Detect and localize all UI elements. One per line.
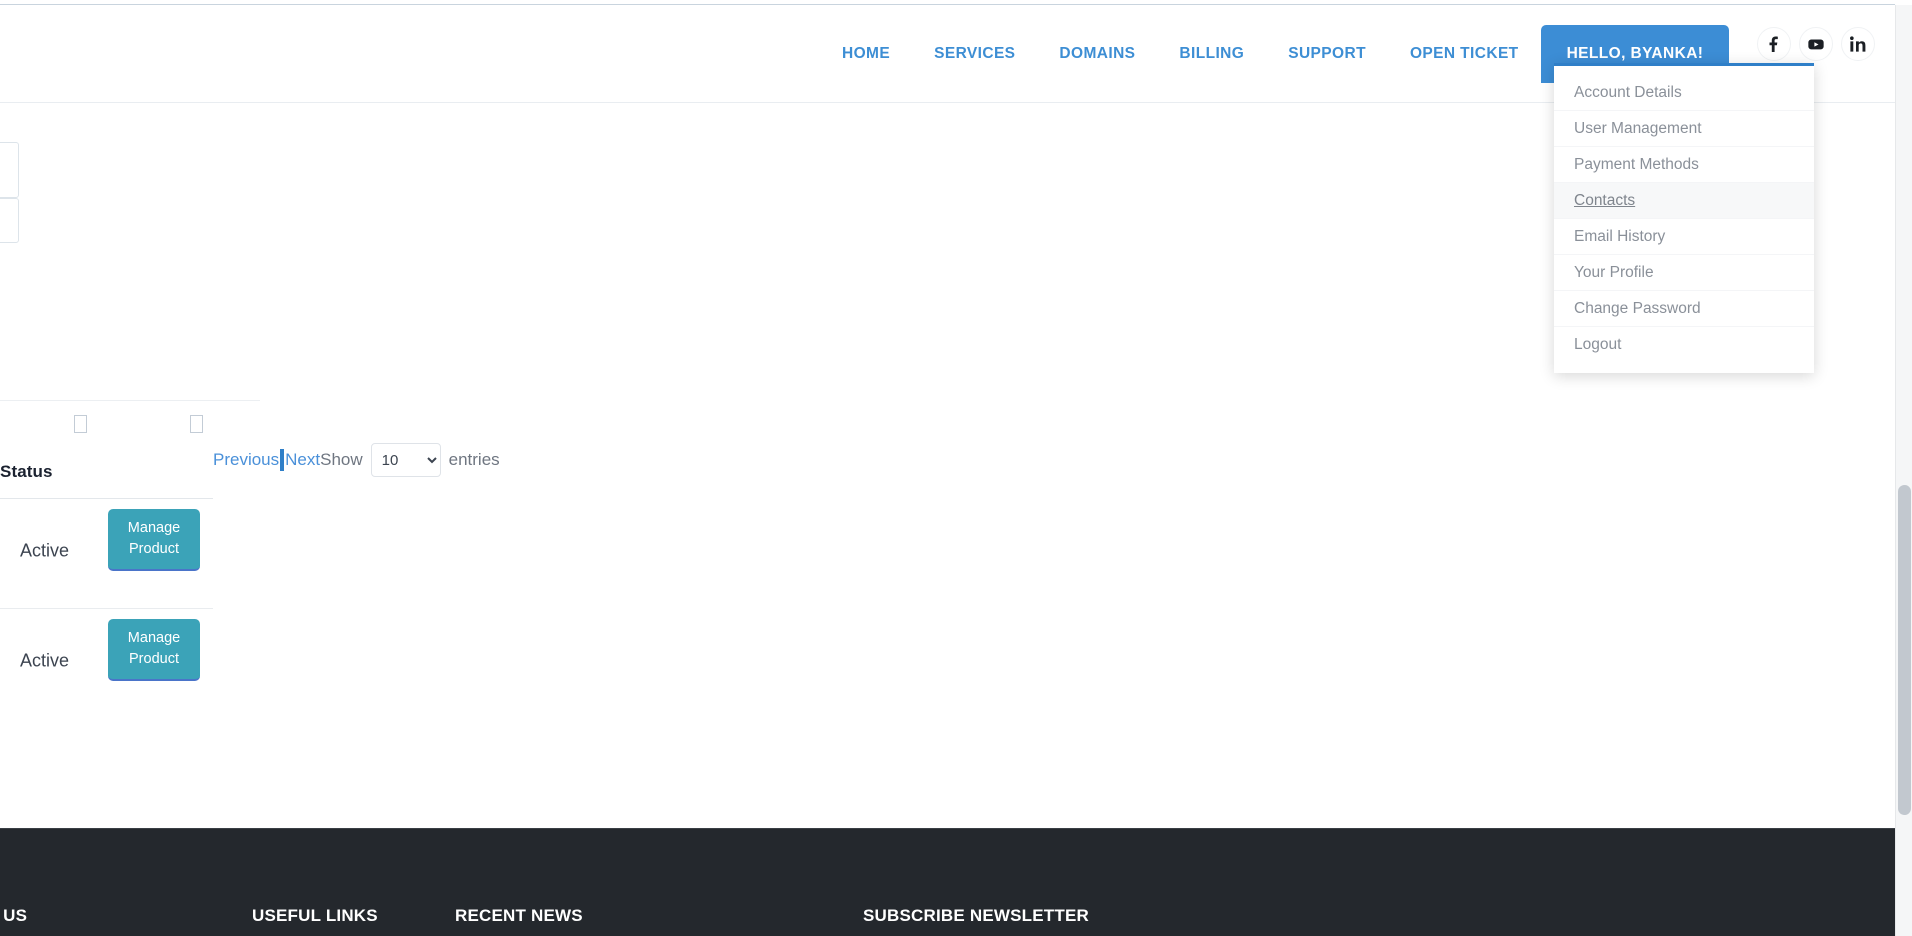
missing-glyph-icon-1	[74, 415, 87, 433]
nav-open-ticket[interactable]: OPEN TICKET	[1388, 25, 1541, 62]
nav-domains[interactable]: DOMAINS	[1037, 25, 1157, 62]
status-badge: Active	[20, 650, 70, 671]
pagination-previous[interactable]: Previous	[213, 450, 279, 470]
manage-product-button[interactable]: Manage Product	[108, 619, 200, 681]
nav-home[interactable]: HOME	[820, 25, 912, 62]
page-scrollbar-thumb[interactable]	[1898, 485, 1911, 815]
dropdown-item-logout[interactable]: Logout	[1554, 327, 1814, 362]
youtube-icon[interactable]	[1799, 27, 1833, 61]
table-row: Active Manage Product	[0, 499, 213, 609]
footer-heading-subscribe-newsletter: SUBSCRIBE NEWSLETTER	[863, 906, 1089, 925]
site-footer: W US USEFUL LINKS RECENT NEWS SUBSCRIBE …	[0, 828, 1895, 936]
pagination-next[interactable]: Next	[285, 450, 320, 470]
page-scrollbar[interactable]	[1895, 5, 1912, 936]
dropdown-item-payment-methods[interactable]: Payment Methods	[1554, 147, 1814, 183]
status-badge: Active	[20, 540, 70, 561]
table-row: Active Manage Product	[0, 609, 213, 719]
page-length-select[interactable]: 10 25 50 100	[370, 443, 441, 477]
facebook-icon[interactable]	[1757, 27, 1791, 61]
footer-heading-follow-us: W US	[0, 906, 28, 925]
dropdown-item-change-password[interactable]: Change Password	[1554, 291, 1814, 327]
dropdown-item-your-profile[interactable]: Your Profile	[1554, 255, 1814, 291]
clipped-panel-top	[0, 142, 19, 198]
social-links	[1757, 27, 1875, 61]
linkedin-icon[interactable]	[1841, 27, 1875, 61]
manage-product-button[interactable]: Manage Product	[108, 509, 200, 571]
nav-billing[interactable]: BILLING	[1157, 25, 1266, 62]
account-dropdown-menu: Account Details User Management Payment …	[1554, 63, 1814, 373]
pagination-current-page[interactable]: 1	[280, 449, 285, 471]
dropdown-item-contacts[interactable]: Contacts	[1554, 183, 1814, 219]
show-entries-label: Show	[320, 450, 363, 469]
clipped-panel-bottom	[0, 198, 19, 243]
nav-support[interactable]: SUPPORT	[1266, 25, 1388, 62]
missing-glyph-icon-2	[190, 415, 203, 433]
table-icon-row	[0, 400, 260, 448]
browser-viewport: HOME SERVICES DOMAINS BILLING SUPPORT OP…	[0, 0, 1912, 936]
dropdown-item-user-management[interactable]: User Management	[1554, 111, 1814, 147]
dropdown-item-account-details[interactable]: Account Details	[1554, 75, 1814, 111]
footer-heading-useful-links: USEFUL LINKS	[252, 906, 378, 925]
nav-services[interactable]: SERVICES	[912, 25, 1037, 62]
entries-label: entries	[448, 450, 500, 469]
table-controls: Previous 1 Next Show 10 25 50 100 entrie…	[213, 443, 500, 477]
footer-heading-recent-news: RECENT NEWS	[455, 906, 583, 925]
dropdown-item-email-history[interactable]: Email History	[1554, 219, 1814, 255]
